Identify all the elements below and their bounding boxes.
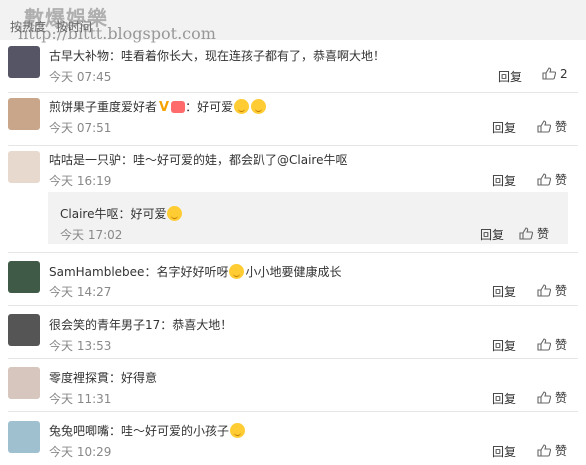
thumb-up-icon [537,120,551,133]
comment-text: ：好可爱 [185,100,234,114]
reply-button[interactable]: 回复 [492,119,516,136]
avatar[interactable] [8,46,40,78]
member-badge-icon [171,101,186,113]
like-count: 2 [560,67,568,81]
comment-time: 今天 14:27 [49,285,112,299]
reply-button[interactable]: 回复 [492,283,516,300]
thumb-up-icon [542,67,556,80]
like-button[interactable]: 赞 [537,336,567,353]
comment-text: ：哇～好可爱的小孩子 [109,424,230,438]
emoji-icon [230,423,246,438]
like-label: 赞 [555,444,568,458]
comment-item: 古早大补物：哇看着你长大，现在连孩子都有了，恭喜啊大地！ 今天 07:45 回复… [0,40,586,92]
comment-author[interactable]: 很会笑的青年男子17 [49,318,160,332]
comment-item: 零度裡探貫：好得意 今天 11:31 回复 赞 [0,359,586,411]
comment-time: 今天 07:51 [49,121,112,135]
thumb-up-icon [537,173,551,186]
comment-time: 今天 13:53 [49,339,112,353]
comment-time: 今天 16:19 [49,174,112,188]
vip-badge-icon: V [159,100,170,115]
comment-item: 兔兔吧唧嘴：哇～好可爱的小孩子 今天 10:29 回复 赞 [0,412,586,465]
comment-time: 今天 07:45 [49,70,112,84]
thumb-up-icon [519,227,533,240]
comment-author[interactable]: 零度裡探貫 [49,371,109,385]
like-button[interactable]: 赞 [537,442,567,459]
reply-button[interactable]: 回复 [480,226,504,243]
like-label: 赞 [555,173,568,187]
emoji-icon [251,99,267,114]
comment-author[interactable]: 古早大补物 [49,49,109,63]
comment-item: SamHamblebee：名字好好听呀 小小地要健康成长 今天 14:27 回复 … [0,253,586,305]
sub-reply-author[interactable]: Claire牛呕 [60,207,118,221]
like-label: 赞 [555,284,568,298]
comment-author[interactable]: 兔兔吧唧嘴 [49,424,109,438]
like-label: 赞 [555,338,568,352]
comment-item: 煎饼果子重度爱好者 V ：好可爱 今天 07:51 回复 赞 [0,93,586,145]
top-bar: 按热度 按时间 數爆娛樂 http://bittt.blogspot.com [0,0,586,43]
avatar[interactable] [8,314,40,346]
comment-text-continued: 小小地要健康成长 [245,265,342,279]
reply-button[interactable]: 回复 [492,172,516,189]
like-button[interactable]: 赞 [537,171,567,188]
comment-author[interactable]: 咕咕是一只驴 [49,153,121,167]
like-button[interactable]: 赞 [537,282,567,299]
avatar[interactable] [8,98,40,130]
like-label: 赞 [537,227,550,241]
sub-reply: Claire牛呕：好可爱 今天 17:02 回复 赞 [48,192,568,244]
thumb-up-icon [537,444,551,457]
like-label: 赞 [555,120,568,134]
comment-text: ：好得意 [109,371,158,385]
thumb-up-icon [537,338,551,351]
emoji-icon [229,264,245,279]
comment-item: 很会笑的青年男子17：恭喜大地！ 今天 13:53 回复 赞 [0,306,586,358]
comment-item: 咕咕是一只驴：哇～好可爱的娃，都会趴了@Claire牛呕 今天 16:19 回复… [0,146,586,192]
thumb-up-icon [537,284,551,297]
reply-button[interactable]: 回复 [492,390,516,407]
emoji-icon [167,206,183,221]
like-button[interactable]: 赞 [519,225,549,242]
like-button[interactable]: 赞 [537,118,567,135]
comment-author[interactable]: 煎饼果子重度爱好者 [49,100,157,114]
avatar[interactable] [8,151,40,183]
comment-time: 今天 11:31 [49,392,112,406]
like-button[interactable]: 赞 [537,389,567,406]
comment-text: ：哇看着你长大，现在连孩子都有了，恭喜啊大地！ [109,49,386,63]
avatar[interactable] [8,367,40,399]
comment-text: ：名字好好听呀 [144,265,229,279]
reply-button[interactable]: 回复 [498,68,522,85]
emoji-icon [234,99,250,114]
reply-button[interactable]: 回复 [492,443,516,460]
like-button[interactable]: 2 [542,67,568,81]
comment-author[interactable]: SamHamblebee [49,265,144,279]
sub-reply-text: ：好可爱 [118,207,167,221]
avatar[interactable] [8,421,40,453]
like-label: 赞 [555,391,568,405]
sub-reply-time: 今天 17:02 [60,228,123,242]
comment-text: ：恭喜大地！ [160,318,233,332]
thumb-up-icon [537,391,551,404]
reply-button[interactable]: 回复 [492,337,516,354]
comment-text: ：哇～好可爱的娃，都会趴了@Claire牛呕 [121,153,348,167]
avatar[interactable] [8,261,40,293]
comment-time: 今天 10:29 [49,445,112,459]
